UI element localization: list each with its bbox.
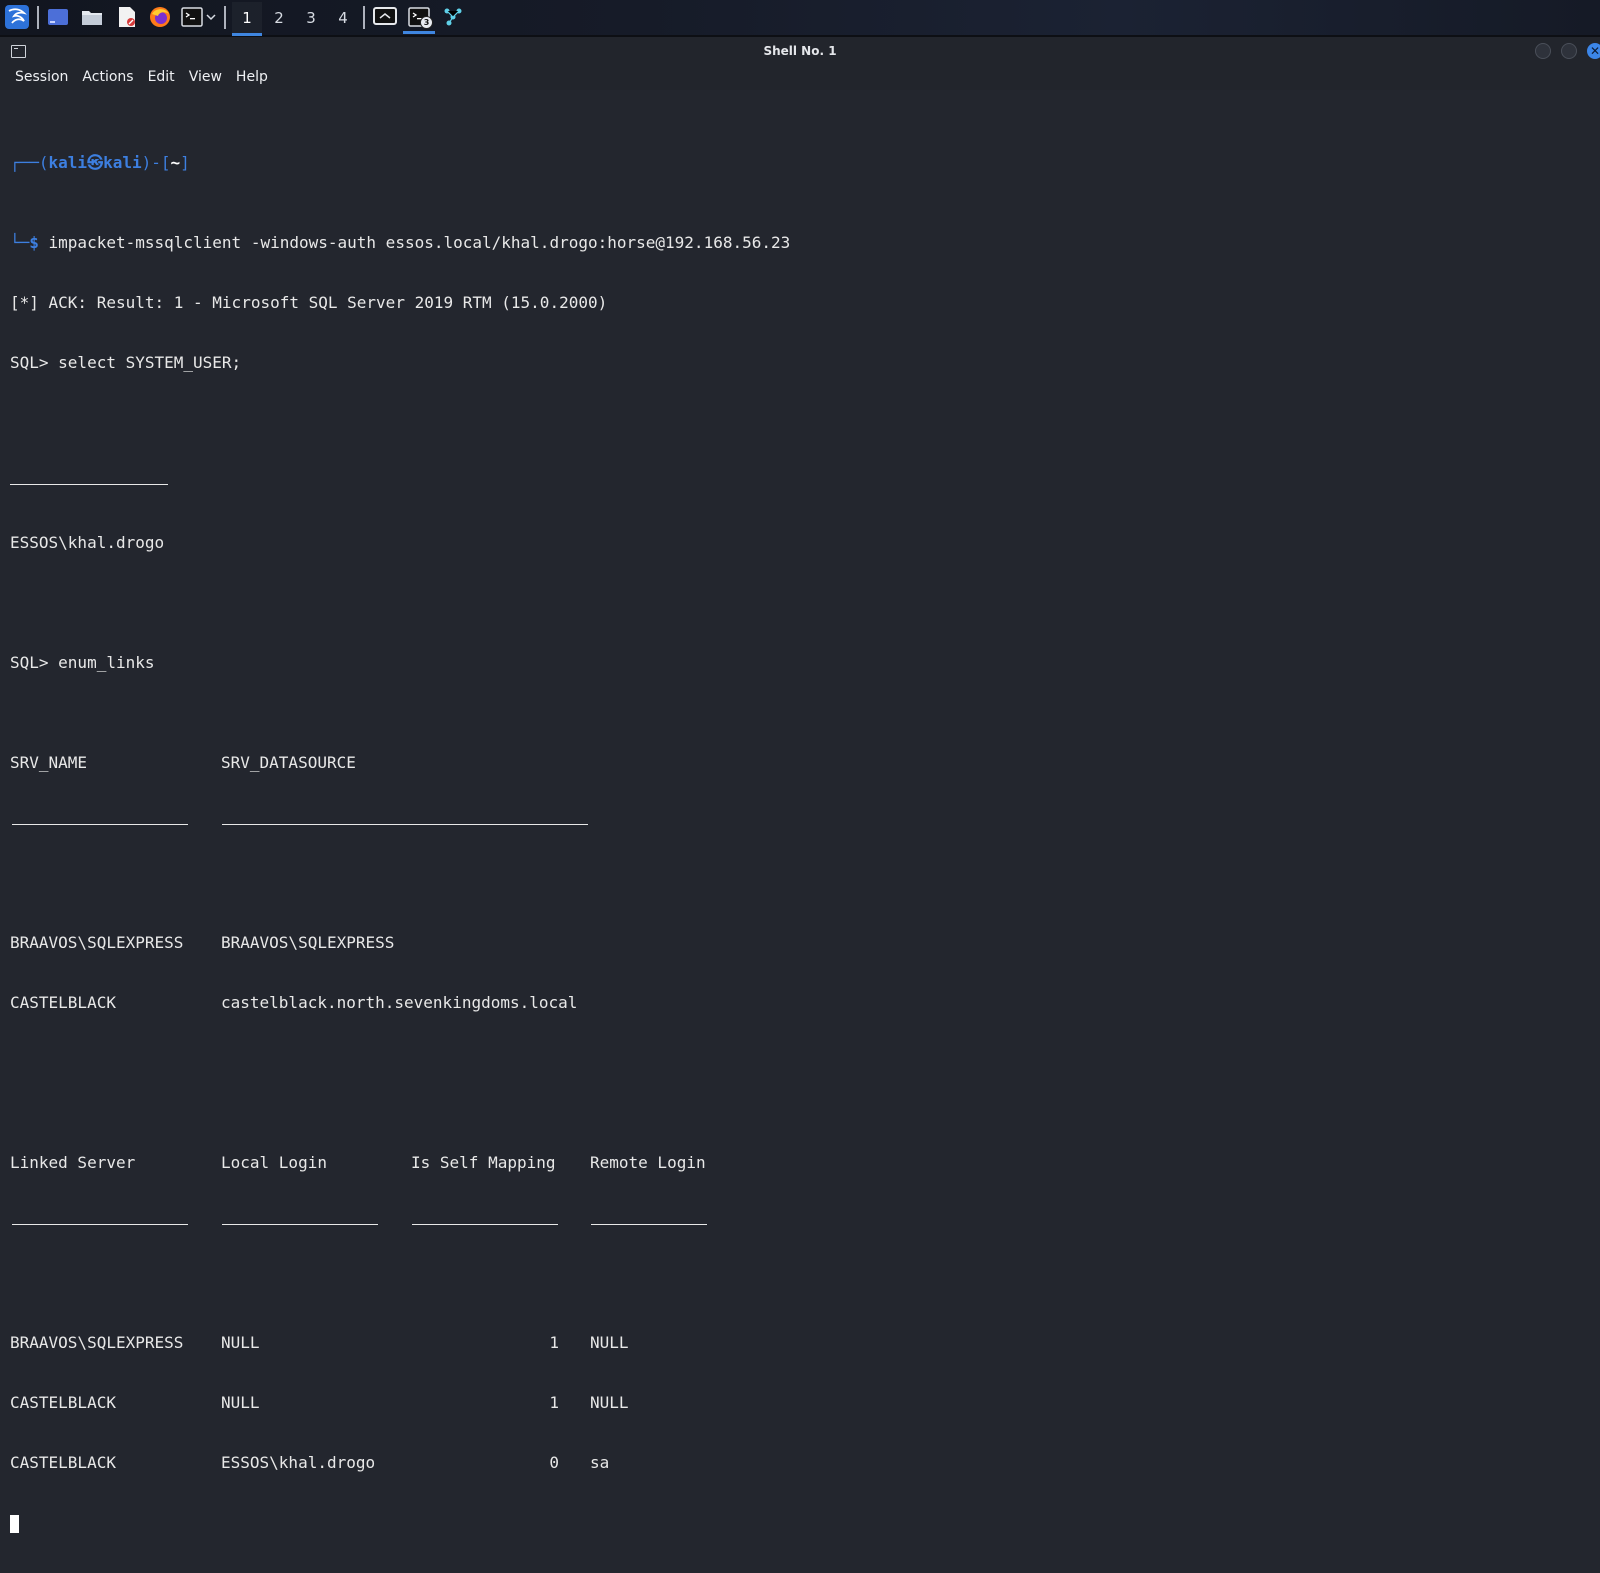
show-desktop-button[interactable] <box>45 4 71 30</box>
table-row: BRAAVOS\SQLEXPRESS BRAAVOS\SQLEXPRESS <box>10 933 395 952</box>
network-tool-button[interactable] <box>441 4 465 30</box>
minimize-button[interactable] <box>1535 43 1551 59</box>
menu-bar: Session Actions Edit View Help <box>0 65 1600 90</box>
taskbar: 1 2 3 4 3 <box>0 0 1600 37</box>
text-editor-icon <box>119 7 135 27</box>
file-manager-icon <box>82 11 102 25</box>
workspace-2[interactable]: 2 <box>264 2 294 33</box>
screen-icon <box>373 7 397 25</box>
chevron-down-icon <box>206 14 216 21</box>
system-user-value: ESSOS\khal.drogo <box>10 533 165 552</box>
ack-line: [*] ACK: Result: 1 - Microsoft SQL Serve… <box>10 293 608 312</box>
menu-edit[interactable]: Edit <box>141 65 182 90</box>
menu-session[interactable]: Session <box>8 65 75 90</box>
desktop-icon <box>48 9 68 25</box>
menu-actions[interactable]: Actions <box>75 65 140 90</box>
workspace-1[interactable]: 1 <box>232 2 262 36</box>
text-editor-button[interactable] <box>114 4 140 30</box>
header-srv-datasource: SRV_DATASOURCE <box>221 753 356 772</box>
logins-table-header: Linked Server Local Login Is Self Mappin… <box>10 1153 1590 1173</box>
window-title: Shell No. 1 <box>763 44 837 58</box>
sql-enum-links-line: SQL> enum_links <box>10 653 155 672</box>
terminal-window-button[interactable]: 3 <box>406 4 433 30</box>
result-rule <box>10 473 1590 493</box>
logins-table-rule <box>10 1213 1590 1233</box>
terminal-launcher-button[interactable] <box>179 4 205 30</box>
workspace-4[interactable]: 4 <box>328 2 358 33</box>
window-count-badge: 3 <box>420 16 433 29</box>
workspace-3[interactable]: 3 <box>296 2 326 33</box>
network-graph-icon <box>444 8 462 26</box>
kali-dragon-icon <box>5 5 29 29</box>
links-table-rule <box>10 813 1590 833</box>
sql-query-line: SQL> select SYSTEM_USER; <box>10 353 242 372</box>
screen-window-button[interactable] <box>372 4 398 30</box>
close-button[interactable]: ✕ <box>1587 43 1600 59</box>
menu-help[interactable]: Help <box>229 65 275 90</box>
maximize-button[interactable] <box>1561 43 1577 59</box>
file-manager-button[interactable] <box>79 4 105 30</box>
window-titlebar[interactable]: Shell No. 1 <box>0 37 1600 65</box>
text-cursor <box>10 1514 19 1533</box>
links-table-header: SRV_NAME SRV_DATASOURCE <box>10 753 1590 773</box>
cursor-line[interactable] <box>10 1513 1590 1533</box>
header-remote-login: Remote Login <box>590 1153 706 1172</box>
terminal-output[interactable]: ┌──(kali㉿kali)-[~] └─$ impacket-mssqlcli… <box>10 93 1590 1533</box>
header-local-login: Local Login <box>221 1153 327 1172</box>
header-linked-server: Linked Server <box>10 1153 136 1172</box>
firefox-icon <box>150 7 170 27</box>
command-text: impacket-mssqlclient -windows-auth essos… <box>48 233 791 252</box>
firefox-button[interactable] <box>147 4 173 30</box>
table-row: CASTELBLACK NULL 1 NULL <box>10 1393 629 1412</box>
launcher-dropdown[interactable] <box>204 4 218 30</box>
prompt-line: ┌──(kali㉿kali)-[~] <box>10 153 190 172</box>
header-is-self-mapping: Is Self Mapping <box>411 1153 556 1172</box>
table-row: BRAAVOS\SQLEXPRESS NULL 1 NULL <box>10 1333 629 1352</box>
table-row: CASTELBLACK castelblack.north.sevenkingd… <box>10 993 578 1012</box>
header-srv-name: SRV_NAME <box>10 753 88 772</box>
menu-view[interactable]: View <box>182 65 229 90</box>
terminal-icon <box>181 7 203 27</box>
command-line: └─$ impacket-mssqlclient -windows-auth e… <box>10 233 791 252</box>
table-row: CASTELBLACK ESSOS\khal.drogo 0 sa <box>10 1453 610 1472</box>
kali-menu-button[interactable] <box>3 4 31 30</box>
close-icon: ✕ <box>1589 44 1600 58</box>
